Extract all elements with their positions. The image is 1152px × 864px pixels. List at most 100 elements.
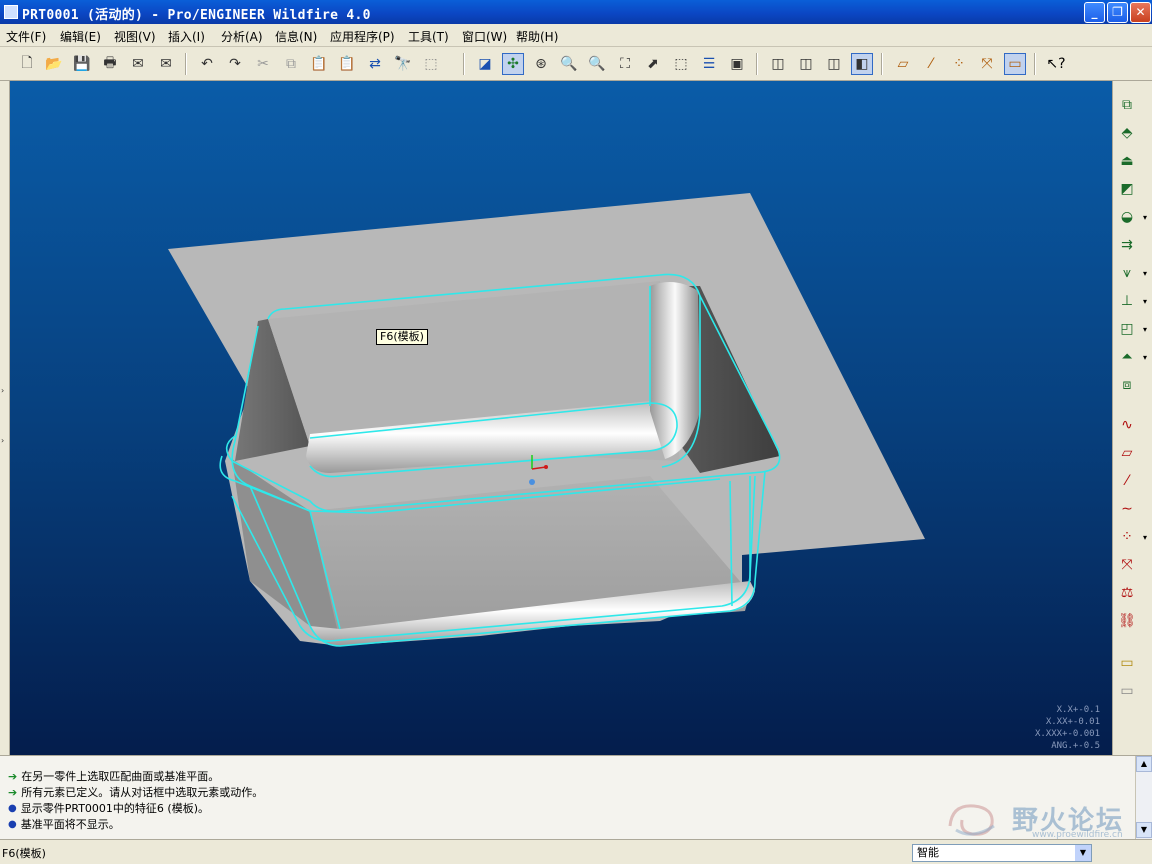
analysis-tool-icon[interactable]: ⚖ bbox=[1115, 581, 1139, 605]
mirror-dropdown-icon[interactable]: ▾ bbox=[1143, 297, 1147, 306]
app-icon bbox=[4, 5, 18, 19]
tolerance-line: ANG.+-0.5 bbox=[1051, 741, 1100, 751]
coordinate-tool-icon[interactable]: ⛓ bbox=[1115, 609, 1139, 633]
status-bar: F6(模板) 智能 ▼ bbox=[0, 839, 1152, 864]
menu-tools[interactable]: 工具(T) bbox=[408, 28, 449, 45]
repaint-icon[interactable]: ◪ bbox=[474, 53, 496, 75]
mirror-icon[interactable]: ⊥ bbox=[1115, 289, 1139, 313]
zoom-out-icon[interactable]: 🔍 bbox=[586, 53, 608, 75]
refit-icon[interactable]: ⛶ bbox=[614, 53, 636, 75]
draft-icon[interactable]: ◩ bbox=[1115, 177, 1139, 201]
hidden-line-icon[interactable]: ◫ bbox=[795, 53, 817, 75]
tolerance-line: X.XX+-0.01 bbox=[1045, 717, 1100, 727]
no-hidden-icon[interactable]: ◫ bbox=[823, 53, 845, 75]
datum-axis-tool-icon[interactable]: ⁄ bbox=[1115, 469, 1139, 493]
left-collapse-strip[interactable]: › › bbox=[0, 81, 10, 755]
csys-tool-icon[interactable]: ⤧ bbox=[1115, 553, 1139, 577]
save-icon[interactable]: 💾 bbox=[71, 53, 93, 75]
copy-geometry-icon[interactable]: ▭ bbox=[1115, 679, 1139, 703]
zoom-in-icon[interactable]: 🔍 bbox=[558, 53, 580, 75]
prompt-arrow-icon: ➔ bbox=[8, 785, 18, 799]
orient-mode-icon[interactable]: ⊛ bbox=[530, 53, 552, 75]
shading-icon[interactable]: ◧ bbox=[851, 53, 873, 75]
menu-help[interactable]: 帮助(H) bbox=[516, 28, 558, 45]
scroll-up-icon[interactable]: ▲ bbox=[1136, 756, 1152, 772]
datum-point-dropdown-icon[interactable]: ▾ bbox=[1143, 533, 1147, 542]
sketch-tool-icon[interactable]: ∿ bbox=[1115, 413, 1139, 437]
shell-icon[interactable]: ⬘ bbox=[1115, 121, 1139, 145]
saved-views-icon[interactable]: ⬚ bbox=[670, 53, 692, 75]
paste-special-icon[interactable]: 📋 bbox=[336, 53, 358, 75]
window-title: PRT0001 (活动的) - Pro/ENGINEER Wildfire 4.… bbox=[22, 8, 371, 23]
menu-file[interactable]: 文件(F) bbox=[6, 28, 46, 45]
menu-view[interactable]: 视图(V) bbox=[114, 28, 156, 45]
tolerance-line: X.XXX+-0.001 bbox=[1034, 729, 1100, 739]
rib-icon[interactable]: ⏏ bbox=[1115, 149, 1139, 173]
print-icon[interactable]: 🖶 bbox=[99, 53, 121, 75]
message-line: ● 显示零件PRT0001中的特征6 (模板)。 bbox=[8, 800, 209, 816]
datum-axes-icon[interactable]: ⁄ bbox=[920, 53, 942, 75]
message-line: ➔ 所有元素已定义。请从对话框中选取元素或动作。 bbox=[8, 784, 263, 800]
copy-icon[interactable]: ⧉ bbox=[280, 53, 302, 75]
cut-icon[interactable]: ✂ bbox=[252, 53, 274, 75]
toolbar-separator bbox=[1034, 53, 1036, 75]
datum-plane-tool-icon[interactable]: ▱ bbox=[1115, 441, 1139, 465]
datum-curve-tool-icon[interactable]: ∼ bbox=[1115, 497, 1139, 521]
find-icon[interactable]: 🔭 bbox=[392, 53, 414, 75]
trim-dropdown-icon[interactable]: ▾ bbox=[1143, 353, 1147, 362]
send-mail-icon[interactable]: ✉ bbox=[127, 53, 149, 75]
paste-icon[interactable]: 📋 bbox=[308, 53, 330, 75]
chamfer-icon[interactable]: ⇉ bbox=[1115, 233, 1139, 257]
regenerate-icon[interactable]: ⇄ bbox=[364, 53, 386, 75]
main-toolbar: 🗋 📂 💾 🖶 ✉ ✉ ↶ ↷ ✂ ⧉ 📋 📋 ⇄ 🔭 ⬚ ◪ ✣ ⊛ 🔍 🔍 … bbox=[0, 47, 1152, 81]
wireframe-icon[interactable]: ◫ bbox=[767, 53, 789, 75]
datum-planes-icon[interactable]: ▱ bbox=[892, 53, 914, 75]
toolbar-separator bbox=[463, 53, 465, 75]
menu-window[interactable]: 窗口(W) bbox=[462, 28, 507, 45]
trim-icon[interactable]: ⏶ bbox=[1115, 345, 1139, 369]
layers-icon[interactable]: ☰ bbox=[698, 53, 720, 75]
menu-analysis[interactable]: 分析(A) bbox=[221, 28, 263, 45]
send-mail-attach-icon[interactable]: ✉ bbox=[155, 53, 177, 75]
minimize-button[interactable]: _ bbox=[1084, 2, 1105, 23]
annotations-icon[interactable]: ▭ bbox=[1004, 53, 1026, 75]
pattern-dropdown-icon[interactable]: ▾ bbox=[1143, 269, 1147, 278]
spin-center-icon[interactable]: ✣ bbox=[502, 53, 524, 75]
view-manager-icon[interactable]: ▣ bbox=[726, 53, 748, 75]
datum-points-icon[interactable]: ⁘ bbox=[948, 53, 970, 75]
expand-arrow-icon[interactable]: › bbox=[1, 386, 4, 395]
chevron-down-icon[interactable]: ▼ bbox=[1075, 845, 1091, 861]
merge-dropdown-icon[interactable]: ▾ bbox=[1143, 325, 1147, 334]
menu-apps[interactable]: 应用程序(P) bbox=[330, 28, 395, 45]
reorient-icon[interactable]: ⬈ bbox=[642, 53, 664, 75]
message-text: 所有元素已定义。请从对话框中选取元素或动作。 bbox=[21, 786, 264, 799]
undo-icon[interactable]: ↶ bbox=[196, 53, 218, 75]
redo-icon[interactable]: ↷ bbox=[224, 53, 246, 75]
toolbar-separator bbox=[756, 53, 758, 75]
new-icon[interactable]: 🗋 bbox=[16, 53, 38, 75]
pattern-icon[interactable]: ⩛ bbox=[1115, 261, 1139, 285]
selection-filter-select[interactable]: 智能 ▼ bbox=[912, 844, 1092, 862]
context-help-icon[interactable]: ↖? bbox=[1045, 53, 1067, 75]
datum-point-tool-icon[interactable]: ⁘ bbox=[1115, 525, 1139, 549]
round-icon[interactable]: ◒ bbox=[1115, 205, 1139, 229]
message-text: 在另一零件上选取匹配曲面或基准平面。 bbox=[21, 770, 220, 783]
extend-icon[interactable]: ⧈ bbox=[1115, 373, 1139, 397]
open-icon[interactable]: 📂 bbox=[43, 53, 65, 75]
model-view bbox=[168, 193, 925, 647]
insert-udf-icon[interactable]: ▭ bbox=[1115, 651, 1139, 675]
status-text: F6(模板) bbox=[2, 847, 46, 860]
menu-edit[interactable]: 编辑(E) bbox=[60, 28, 101, 45]
restore-button[interactable]: ❐ bbox=[1107, 2, 1128, 23]
expand-arrow-icon[interactable]: › bbox=[1, 436, 4, 445]
menu-info[interactable]: 信息(N) bbox=[275, 28, 317, 45]
round-dropdown-icon[interactable]: ▾ bbox=[1143, 213, 1147, 222]
tolerance-display: X.X+-0.1 X.XX+-0.01 X.XXX+-0.001 ANG.+-0… bbox=[1020, 704, 1100, 752]
select-box-icon[interactable]: ⬚ bbox=[420, 53, 442, 75]
close-button[interactable]: ✕ bbox=[1130, 2, 1151, 23]
csys-icon[interactable]: ⤧ bbox=[976, 53, 998, 75]
merge-icon[interactable]: ◰ bbox=[1115, 317, 1139, 341]
menu-insert[interactable]: 插入(I) bbox=[168, 28, 205, 45]
graphics-viewport[interactable]: F6(模板) X.X+-0.1 X.XX+-0.01 X.XXX+-0.001 … bbox=[10, 81, 1112, 755]
hole-icon[interactable]: ⧉ bbox=[1115, 93, 1139, 117]
